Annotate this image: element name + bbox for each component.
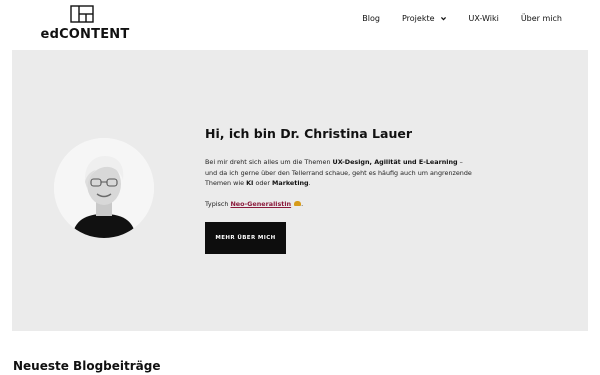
portrait-image: [54, 138, 154, 238]
nav-item-label: Über mich: [520, 14, 562, 23]
hero-intro: Bei mir dreht sich alles um die Themen U…: [205, 157, 475, 189]
site-header: edCONTENT Blog Projekte UX-Wiki Über mic…: [0, 0, 600, 50]
brand-name: edCONTENT: [40, 27, 130, 42]
tagline: Typisch Neo-Generalistin .: [205, 200, 475, 208]
nav-item-blog[interactable]: Blog: [362, 14, 380, 23]
hero-section: Hi, ich bin Dr. Christina Lauer Bei mir …: [12, 50, 588, 331]
nav-item-ueber-mich[interactable]: Über mich: [521, 14, 562, 23]
nav-item-label: Projekte: [401, 14, 435, 23]
intro-highlight: Marketing: [272, 179, 309, 187]
neo-generalistin-link[interactable]: Neo-Generalistin: [230, 200, 291, 208]
hero-title: Hi, ich bin Dr. Christina Lauer: [205, 126, 412, 141]
section-title: Neueste Blogbeiträge: [13, 358, 161, 373]
nav-item-label: UX-Wiki: [468, 14, 499, 23]
chevron-down-icon: [440, 17, 446, 21]
intro-highlight: UX-Design, Agilität und E-Learning: [332, 158, 458, 166]
main-nav: Blog Projekte UX-Wiki Über mich: [362, 14, 562, 23]
tagline-prefix: Typisch: [205, 199, 231, 208]
intro-text: oder: [253, 179, 273, 187]
intro-text: Bei mir dreht sich alles um die Themen: [205, 158, 333, 166]
nav-item-projekte[interactable]: Projekte: [402, 14, 447, 23]
site-logo[interactable]: edCONTENT: [40, 5, 130, 43]
mehr-ueber-mich-button[interactable]: MEHR ÜBER MICH: [205, 222, 286, 254]
intro-text: .: [308, 179, 311, 187]
nav-item-ux-wiki[interactable]: UX-Wiki: [469, 14, 499, 23]
hero-content: Hi, ich bin Dr. Christina Lauer Bei mir …: [205, 126, 475, 208]
layout-grid-icon: [70, 5, 94, 23]
tagline-suffix: .: [301, 199, 304, 208]
avatar: [54, 138, 154, 238]
nav-item-label: Blog: [362, 14, 380, 23]
